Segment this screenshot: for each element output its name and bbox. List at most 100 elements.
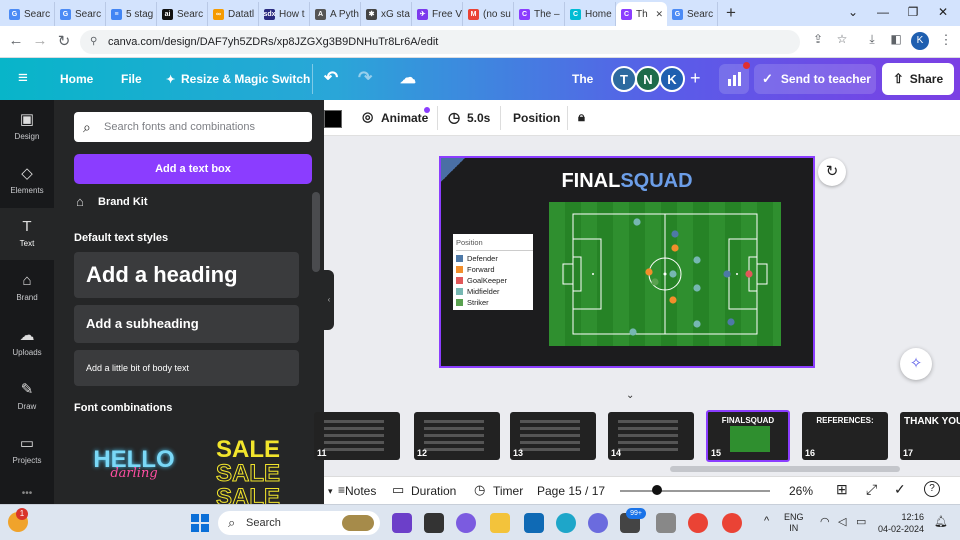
forward-icon[interactable]: → — [30, 32, 50, 49]
timer-button[interactable]: Timer — [493, 484, 523, 498]
browser-tab[interactable]: C Th ✕ — [616, 2, 667, 26]
site-info-icon[interactable]: ⚲ — [90, 30, 97, 54]
more-apps-icon[interactable]: ••• — [0, 488, 54, 499]
volume-icon[interactable]: ◁ — [838, 515, 846, 528]
add-heading-button[interactable]: Add a heading — [74, 252, 299, 298]
browser-tab[interactable]: G Searc — [667, 2, 718, 26]
file-button[interactable]: File — [121, 72, 142, 86]
page-thumbnail[interactable]: 13 — [510, 412, 596, 460]
add-subheading-button[interactable]: Add a subheading — [74, 305, 299, 343]
battery-icon[interactable]: ▭ — [856, 515, 866, 528]
teams-icon[interactable] — [456, 513, 476, 533]
chevron-up-icon[interactable]: ▾ — [328, 486, 333, 497]
taskbar-search[interactable]: ⌕ Search — [218, 511, 380, 535]
restore-button[interactable]: ❐ — [898, 2, 928, 22]
undo-icon[interactable]: ↶ — [324, 68, 338, 88]
edge-icon[interactable] — [556, 513, 576, 533]
bookmark-star-icon[interactable]: ☆ — [832, 32, 852, 46]
refresh-icon[interactable]: ↻ — [818, 158, 846, 186]
resize-magic-switch-button[interactable]: Resize & Magic Switch — [181, 72, 310, 86]
add-text-box-button[interactable]: Add a text box — [74, 154, 312, 184]
task-view-icon[interactable] — [424, 513, 444, 533]
zoom-slider[interactable] — [620, 490, 770, 492]
font-combo-sale[interactable]: SALE SALE SALE — [198, 438, 298, 504]
zoom-level[interactable]: 26% — [789, 484, 813, 498]
insights-button[interactable] — [719, 62, 750, 94]
page-thumbnail[interactable]: 12 — [414, 412, 500, 460]
rail-item-design[interactable]: ▣ Design — [0, 100, 54, 152]
page-thumbnail[interactable]: FINALSQUAD 15 — [706, 410, 790, 462]
close-tab-icon[interactable]: ✕ — [655, 9, 663, 20]
zoom-slider-thumb[interactable] — [652, 485, 662, 495]
reload-icon[interactable]: ↻ — [54, 32, 74, 50]
menu-icon[interactable]: ≡ — [18, 68, 28, 88]
browser-tab[interactable]: sdx How t — [259, 2, 310, 26]
add-body-text-button[interactable]: Add a little bit of body text — [74, 350, 299, 386]
rail-item-brand[interactable]: ⌂ Brand — [0, 262, 54, 314]
profile-avatar[interactable]: K — [911, 32, 929, 50]
browser-tab-search-button[interactable]: ⌄ — [838, 2, 868, 22]
browser-tab[interactable]: M (no su — [463, 2, 514, 26]
browser-tab[interactable]: ✱ xG sta — [361, 2, 412, 26]
lock-icon[interactable]: 🔒︎ — [578, 109, 585, 125]
redo-icon[interactable]: ↷ — [358, 68, 372, 88]
browser-tab[interactable]: G Searc — [4, 2, 55, 26]
start-button[interactable] — [191, 514, 209, 532]
rail-item-elements[interactable]: ◇ Elements — [0, 154, 54, 206]
home-button[interactable]: Home — [60, 72, 93, 86]
design-title[interactable]: The — [572, 72, 593, 86]
language-indicator[interactable]: ENG IN — [784, 512, 804, 534]
collapse-panel-handle[interactable]: ‹ — [324, 270, 334, 330]
browser-tab[interactable]: ∞ Datatl — [208, 2, 259, 26]
check-circle-status-icon[interactable]: ✓ — [894, 481, 906, 498]
app-s-icon[interactable] — [524, 513, 544, 533]
chrome-icon[interactable] — [688, 513, 708, 533]
browser-menu-icon[interactable]: ⋮ — [936, 32, 956, 48]
share-button[interactable]: ⇧ Share — [882, 63, 954, 95]
font-combo-hello[interactable]: HELLO darling — [84, 430, 184, 496]
send-to-teacher-button[interactable]: ✓ Send to teacher — [754, 64, 876, 94]
filmstrip-scrollbar[interactable] — [670, 466, 900, 472]
add-collaborator-button[interactable]: + — [690, 68, 701, 89]
download-icon[interactable]: ⤓ — [862, 32, 882, 47]
wifi-icon[interactable]: ◠ — [820, 515, 830, 528]
browser-tab[interactable]: ai Searc — [157, 2, 208, 26]
copilot-app-icon[interactable] — [588, 513, 608, 533]
share-page-icon[interactable]: ⇪ — [808, 32, 828, 46]
page-thumbnail[interactable]: THANK YOU ! 17 — [900, 412, 960, 460]
duration-status-button[interactable]: Duration — [411, 484, 456, 498]
close-window-button[interactable]: ✕ — [928, 2, 958, 22]
help-icon[interactable]: ? — [924, 481, 940, 497]
rail-item-uploads[interactable]: ☁ Uploads — [0, 316, 54, 368]
notification-bell-icon[interactable]: 🔔︎ — [934, 515, 948, 528]
collaborator-avatar[interactable]: K — [659, 66, 685, 92]
rail-item-projects[interactable]: ▭ Projects — [0, 424, 54, 476]
collapse-pages-chevron-icon[interactable]: ⌄ — [626, 390, 634, 401]
chrome-profile-icon[interactable] — [722, 513, 742, 533]
file-explorer-icon[interactable] — [490, 513, 510, 533]
color-swatch[interactable] — [324, 110, 342, 128]
panel-scrollbar[interactable] — [312, 192, 320, 272]
collaborator-avatar[interactable]: T — [611, 66, 637, 92]
browser-tab[interactable]: ✈ Free V — [412, 2, 463, 26]
font-search-input[interactable]: ⌕ Search fonts and combinations — [74, 112, 312, 142]
browser-tab[interactable]: G Searc — [55, 2, 106, 26]
rail-item-draw[interactable]: ✎ Draw — [0, 370, 54, 422]
browser-tab[interactable]: ≡ 5 stag — [106, 2, 157, 26]
browser-tab[interactable]: C The – — [514, 2, 565, 26]
slide-canvas[interactable]: FINALSQUAD Position Defender Forward GoalK… — [439, 156, 815, 368]
clock[interactable]: 12:16 04-02-2024 — [874, 511, 924, 535]
browser-tab[interactable]: C Home — [565, 2, 616, 26]
snowflake-icon[interactable] — [656, 513, 676, 533]
magic-assistant-icon[interactable]: ✧ — [900, 348, 932, 380]
address-bar[interactable]: ⚲ canva.com/design/DAF7yh5ZDRs/xp8JZGXg3… — [80, 30, 800, 54]
animate-button[interactable]: Animate — [381, 111, 428, 125]
side-panel-icon[interactable]: ◧ — [886, 32, 906, 46]
collaborator-avatar[interactable]: N — [635, 66, 661, 92]
page-thumbnail[interactable]: REFERENCES: 16 — [802, 412, 888, 460]
back-icon[interactable]: ← — [6, 32, 26, 49]
tray-chevron-icon[interactable]: ^ — [764, 515, 769, 527]
copilot-icon[interactable] — [392, 513, 412, 533]
grid-view-icon[interactable]: ⊞ — [836, 481, 848, 498]
brand-kit-link[interactable]: Brand Kit — [98, 196, 148, 208]
